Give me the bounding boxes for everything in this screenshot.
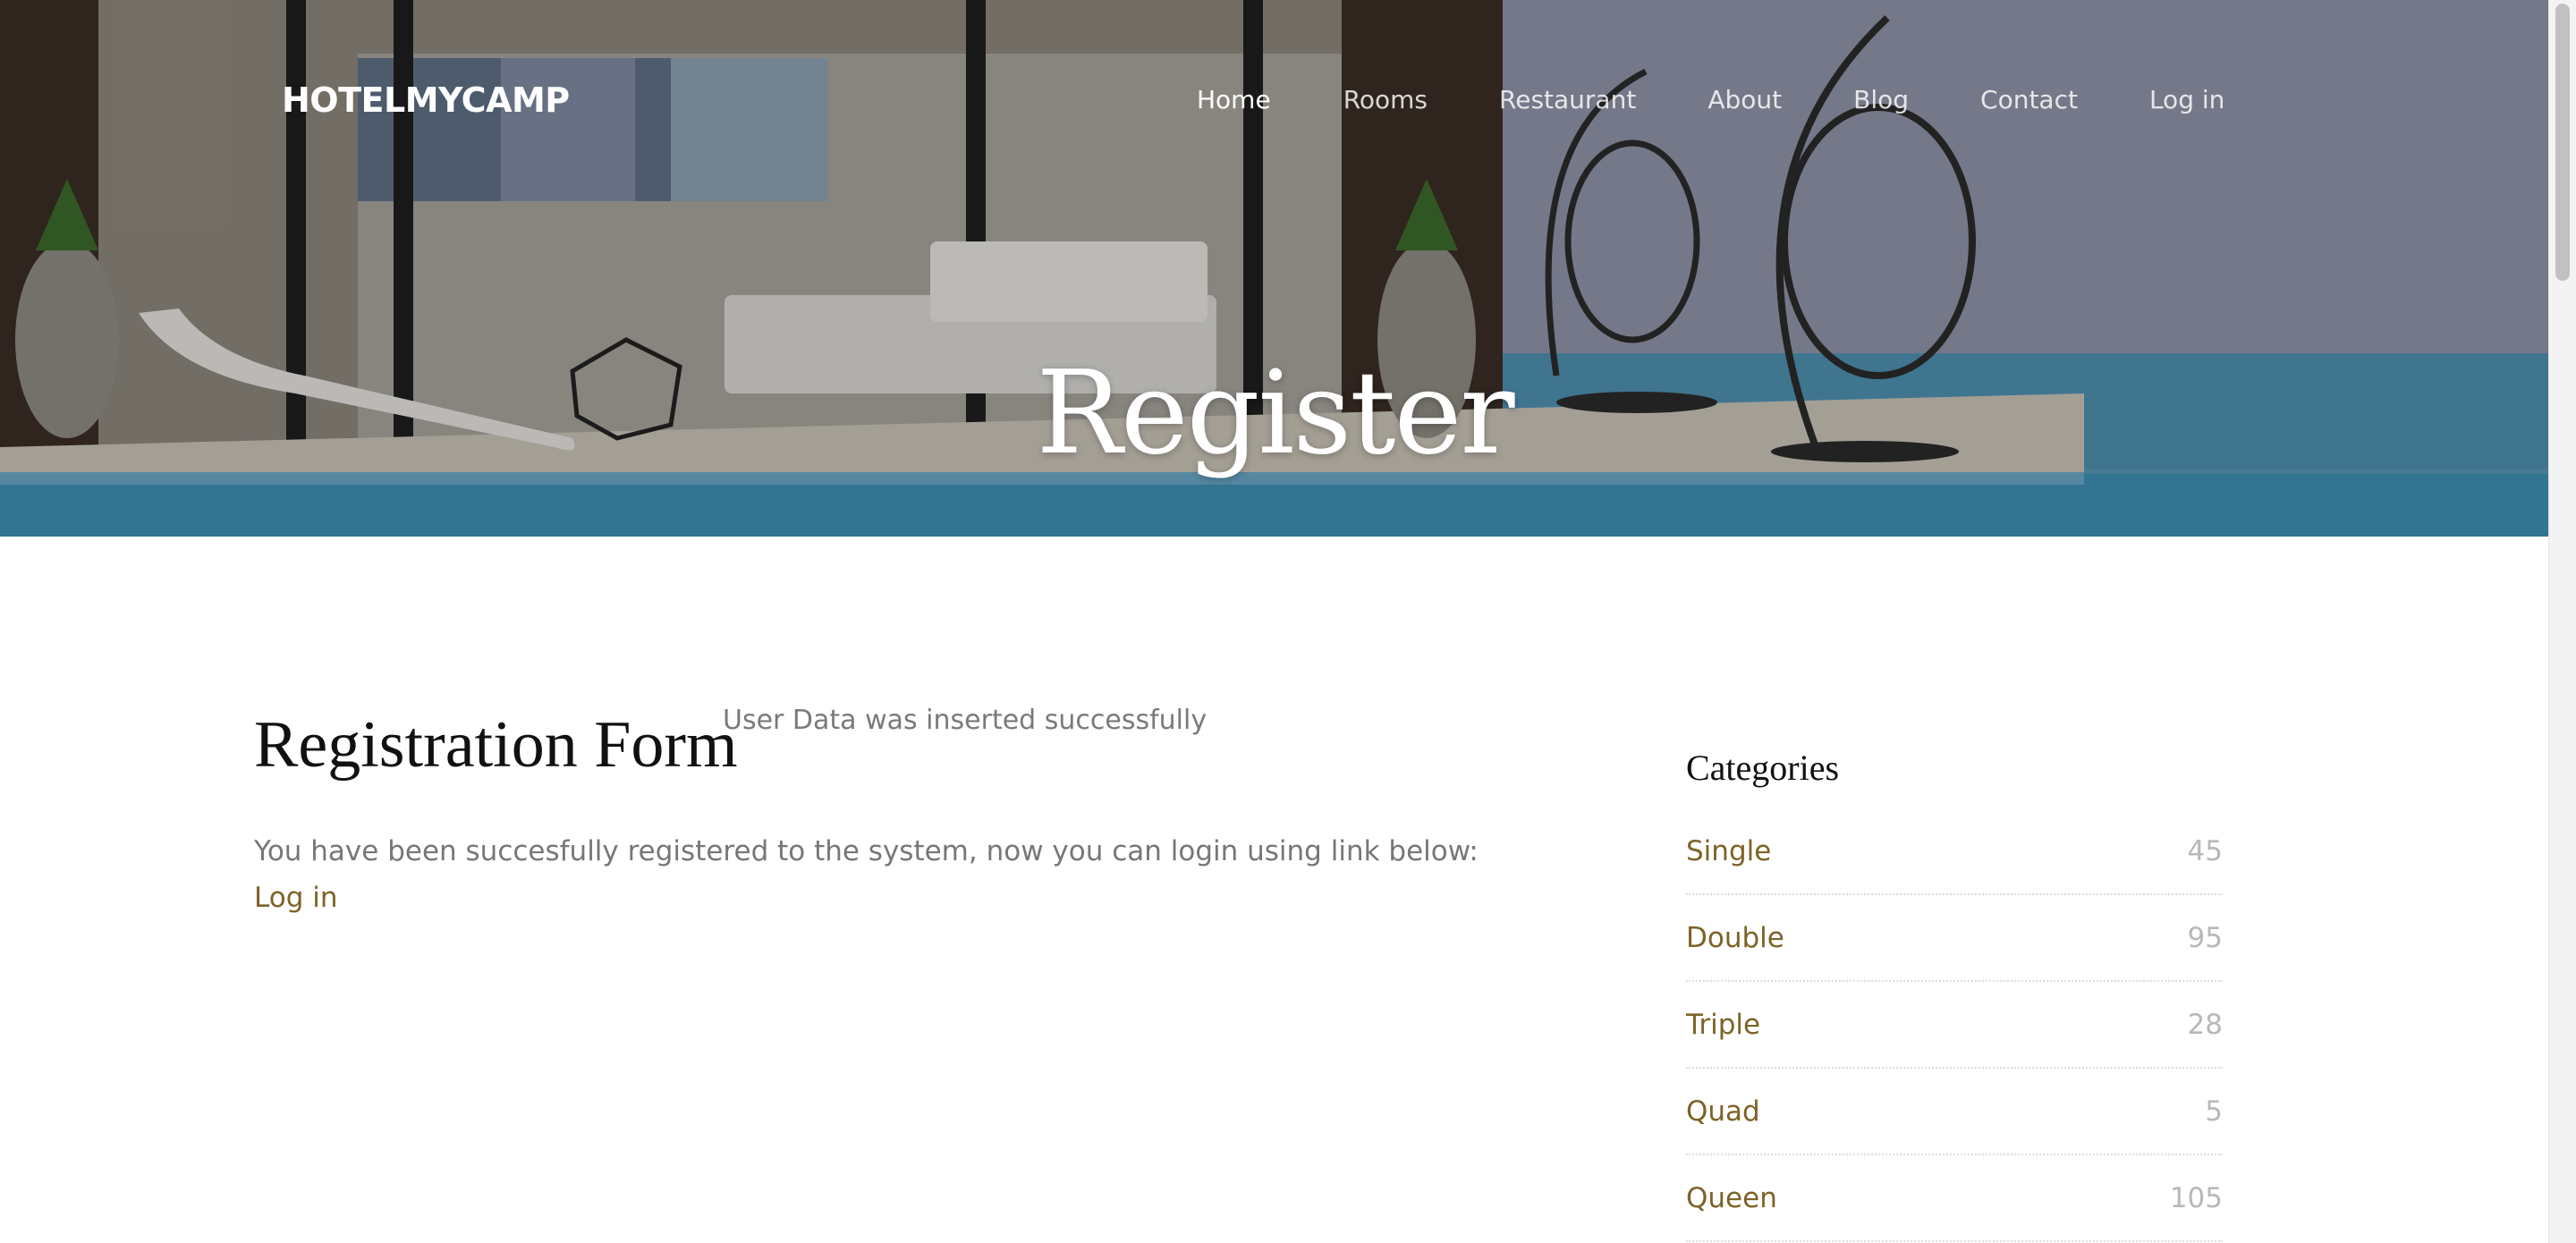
registration-notice: You have been succesfully registered to … — [254, 835, 1479, 867]
category-count: 28 — [2187, 1008, 2223, 1041]
categories-title: Categories — [1686, 748, 1840, 788]
main-nav: Home Rooms Restaurant About Blog Contact… — [1197, 79, 2224, 122]
category-item[interactable]: Queen 105 — [1686, 1155, 2223, 1242]
page-scrollbar[interactable] — [2548, 0, 2576, 1243]
category-item[interactable]: Quad 5 — [1686, 1069, 2223, 1155]
hero-title: Register — [1036, 347, 1514, 480]
nav-blog-link[interactable]: Blog — [1853, 79, 1909, 122]
registration-form-title: Registration Form — [254, 708, 738, 782]
category-name[interactable]: Queen — [1686, 1182, 1777, 1214]
nav-home-link[interactable]: Home — [1197, 79, 1271, 122]
hero-banner: HOTELMYCAMP Home Rooms Restaurant About … — [0, 0, 2549, 537]
category-count: 105 — [2169, 1181, 2223, 1214]
nav-restaurant-link[interactable]: Restaurant — [1499, 79, 1636, 122]
login-link[interactable]: Log in — [254, 875, 337, 921]
categories-list: Single 45 Double 95 Triple 28 Quad 5 Que… — [1686, 808, 2223, 1242]
category-count: 95 — [2187, 921, 2223, 954]
category-item[interactable]: Triple 28 — [1686, 982, 2223, 1069]
nav-about-link[interactable]: About — [1707, 79, 1782, 122]
category-count: 45 — [2187, 834, 2223, 867]
category-name[interactable]: Quad — [1686, 1095, 1760, 1128]
category-count: 5 — [2205, 1095, 2223, 1128]
nav-login-link[interactable]: Log in — [2149, 79, 2224, 122]
category-name[interactable]: Single — [1686, 835, 1771, 867]
scrollbar-thumb[interactable] — [2555, 4, 2570, 281]
category-item[interactable]: Double 95 — [1686, 895, 2223, 982]
category-item[interactable]: Single 45 — [1686, 808, 2223, 895]
flash-message: User Data was inserted successfully — [723, 705, 1208, 736]
site-logo[interactable]: HOTELMYCAMP — [282, 77, 570, 123]
category-name[interactable]: Double — [1686, 922, 1784, 954]
category-name[interactable]: Triple — [1686, 1009, 1760, 1041]
nav-contact-link[interactable]: Contact — [1980, 79, 2078, 122]
nav-rooms-link[interactable]: Rooms — [1343, 79, 1428, 122]
